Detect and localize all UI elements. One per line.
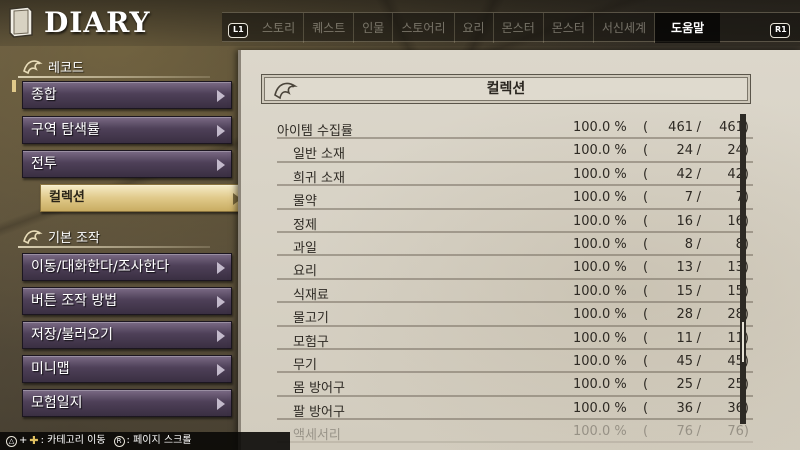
basic-controls-divider <box>18 246 210 248</box>
button-guide: △ + ✚ : 카테고리 이동 R : 페이지 스크롤 <box>0 432 290 450</box>
header: DIARY L1 스토리 퀘스트 인물 스토어리 요리 몬스터 몬스터 서신세계… <box>0 0 800 46</box>
tab-world[interactable]: 서신세계 <box>594 13 656 43</box>
sidebar-item-adventure-log[interactable]: 모험일지 <box>22 389 232 417</box>
diary-logo: DIARY <box>6 4 151 40</box>
basic-controls-heading-label: 기본 조작 <box>48 230 100 246</box>
tab-monsters-2[interactable]: 몬스터 <box>544 13 594 43</box>
tab-notes[interactable]: 스토어리 <box>393 13 455 43</box>
list-item: 무기 100.0 % ( 45 / 45) <box>277 350 753 374</box>
scrollbar-track[interactable] <box>740 114 746 424</box>
sidebar-item-button-controls[interactable]: 버튼 조작 방법 <box>22 287 232 315</box>
category-move-hint: : 카테고리 이동 <box>40 435 106 446</box>
tabs: 스토리 퀘스트 인물 스토어리 요리 몬스터 몬스터 서신세계 도움말 <box>254 13 721 43</box>
dragon-icon <box>274 82 298 100</box>
book-icon <box>9 6 33 38</box>
r1-button[interactable]: R1 <box>770 23 790 38</box>
dragon-icon <box>23 230 43 245</box>
records-divider <box>18 76 210 78</box>
list-item: 과일 100.0 % ( 8 / 8) <box>277 233 753 257</box>
logo-text: DIARY <box>44 5 151 39</box>
tab-bar: L1 스토리 퀘스트 인물 스토어리 요리 몬스터 몬스터 서신세계 도움말 R… <box>222 12 800 43</box>
sidebar-item-minimap[interactable]: 미니맵 <box>22 355 232 383</box>
sidebar-item-move-talk-examine[interactable]: 이동/대화한다/조사한다 <box>22 253 232 281</box>
records-heading: 레코드 <box>22 54 84 78</box>
list-item: 아이템 수집률 100.0 % ( 461 / 461) <box>277 116 753 140</box>
scrollbar-thumb[interactable] <box>742 322 744 362</box>
collection-list: 아이템 수집률 100.0 % ( 461 / 461) 일반 소재 100.0… <box>277 116 753 444</box>
records-heading-label: 레코드 <box>48 60 84 76</box>
list-item: 식재료 100.0 % ( 15 / 15) <box>277 280 753 304</box>
sidebar-item-collection[interactable]: 컬렉션 <box>40 184 248 212</box>
dpad-icon: ✚ <box>29 434 39 447</box>
panel-title: 컬렉션 <box>261 74 751 104</box>
sidebar-item-overview[interactable]: 종합 <box>22 81 232 109</box>
list-item: 희귀 소재 100.0 % ( 42 / 42) <box>277 163 753 187</box>
tab-quest[interactable]: 퀘스트 <box>304 13 355 43</box>
list-item: 팔 방어구 100.0 % ( 36 / 36) <box>277 397 753 421</box>
triangle-button-icon: △ <box>6 435 17 447</box>
list-item: 몸 방어구 100.0 % ( 25 / 25) <box>277 373 753 397</box>
dragon-icon <box>23 60 43 75</box>
tab-help[interactable]: 도움말 <box>655 13 721 43</box>
basic-controls-heading: 기본 조작 <box>22 224 100 248</box>
tab-cooking[interactable]: 요리 <box>455 13 494 43</box>
panel-title-label: 컬렉션 <box>486 81 526 97</box>
list-item: 모험구 100.0 % ( 11 / 11) <box>277 327 753 350</box>
right-stick-icon: R <box>113 435 125 447</box>
tab-monsters[interactable]: 몬스터 <box>494 13 544 43</box>
list-item: 정제 100.0 % ( 16 / 16) <box>277 210 753 233</box>
sidebar-item-save-load[interactable]: 저장/불러오기 <box>22 321 232 349</box>
collection-panel: 컬렉션 아이템 수집률 100.0 % ( 461 / 461) 일반 소재 1… <box>238 50 800 450</box>
list-item: 액세서리 100.0 % ( 76 / 76) <box>277 420 753 444</box>
tab-story[interactable]: 스토리 <box>254 13 305 43</box>
list-item: 일반 소재 100.0 % ( 24 / 24) <box>277 139 753 163</box>
sidebar-item-battle[interactable]: 전투 <box>22 150 232 178</box>
tab-characters[interactable]: 인물 <box>354 13 394 43</box>
list-item: 요리 100.0 % ( 13 / 13) <box>277 256 753 280</box>
list-item: 물약 100.0 % ( 7 / 7) <box>277 186 753 210</box>
list-item: 물고기 100.0 % ( 28 / 28) <box>277 303 753 327</box>
menu-marker <box>12 80 16 92</box>
page-scroll-hint: : 페이지 스크롤 <box>126 435 192 446</box>
l1-button[interactable]: L1 <box>228 23 248 38</box>
sidebar-item-area-exploration[interactable]: 구역 탐색률 <box>22 116 232 144</box>
